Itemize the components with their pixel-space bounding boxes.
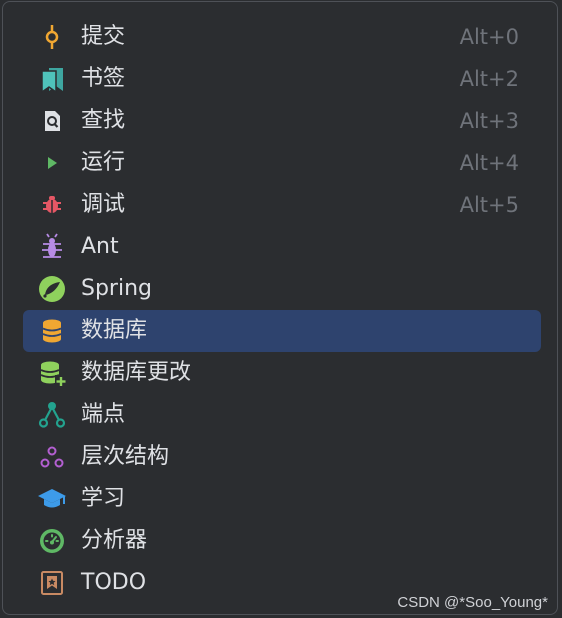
menu-item-hierarchy[interactable]: 层次结构 bbox=[23, 436, 541, 478]
menu-item-label: 提交 bbox=[81, 24, 126, 49]
menu-item-label: 分析器 bbox=[81, 528, 148, 553]
hierarchy-icon bbox=[37, 443, 67, 471]
menu-item-learn[interactable]: 学习 bbox=[23, 478, 541, 520]
menu-item-find[interactable]: 查找 Alt+3 bbox=[23, 100, 541, 142]
spring-icon bbox=[37, 275, 67, 303]
menu-item-shortcut: Alt+5 bbox=[459, 193, 519, 217]
menu-item-label: TODO bbox=[81, 570, 147, 595]
database-icon bbox=[37, 317, 67, 345]
menu-item-label: Spring bbox=[81, 276, 152, 301]
menu-item-spring[interactable]: Spring bbox=[23, 268, 541, 310]
menu-item-label: 查找 bbox=[81, 108, 126, 133]
menu-item-label: 学习 bbox=[81, 486, 126, 511]
endpoints-icon bbox=[37, 401, 67, 429]
commit-icon bbox=[37, 23, 67, 51]
menu-item-debug[interactable]: 调试 Alt+5 bbox=[23, 184, 541, 226]
menu-item-label: 运行 bbox=[81, 150, 126, 175]
menu-item-label: 层次结构 bbox=[81, 444, 170, 469]
menu-item-ant[interactable]: Ant bbox=[23, 226, 541, 268]
menu-item-label: Ant bbox=[81, 234, 119, 259]
ant-icon bbox=[37, 233, 67, 261]
todo-icon bbox=[37, 569, 67, 597]
menu-item-shortcut: Alt+4 bbox=[459, 151, 519, 175]
run-icon bbox=[37, 149, 67, 177]
menu-item-label: 端点 bbox=[81, 402, 126, 427]
menu-item-commit[interactable]: 提交 Alt+0 bbox=[23, 16, 541, 58]
bookmarks-icon bbox=[37, 65, 67, 93]
menu-item-run[interactable]: 运行 Alt+4 bbox=[23, 142, 541, 184]
menu-item-label: 数据库更改 bbox=[81, 360, 192, 385]
menu-item-bookmarks[interactable]: 书签 Alt+2 bbox=[23, 58, 541, 100]
learn-icon bbox=[37, 485, 67, 513]
watermark: CSDN @*Soo_Young* bbox=[397, 594, 548, 611]
menu-item-shortcut: Alt+0 bbox=[459, 25, 519, 49]
menu-item-label: 书签 bbox=[81, 66, 126, 91]
menu-item-database[interactable]: 数据库 bbox=[23, 310, 541, 352]
tool-window-menu: 提交 Alt+0 书签 Alt+2 查找 Alt+3 运行 Alt+4 调试 A… bbox=[2, 1, 558, 615]
menu-item-database-changes[interactable]: 数据库更改 bbox=[23, 352, 541, 394]
menu-item-shortcut: Alt+3 bbox=[459, 109, 519, 133]
debug-icon bbox=[37, 191, 67, 219]
database-changes-icon bbox=[37, 359, 67, 387]
menu-item-label: 调试 bbox=[81, 192, 126, 217]
find-icon bbox=[37, 107, 67, 135]
menu-item-label: 数据库 bbox=[81, 318, 148, 343]
menu-item-shortcut: Alt+2 bbox=[459, 67, 519, 91]
profiler-icon bbox=[37, 527, 67, 555]
menu-item-endpoints[interactable]: 端点 bbox=[23, 394, 541, 436]
menu-item-profiler[interactable]: 分析器 bbox=[23, 520, 541, 562]
